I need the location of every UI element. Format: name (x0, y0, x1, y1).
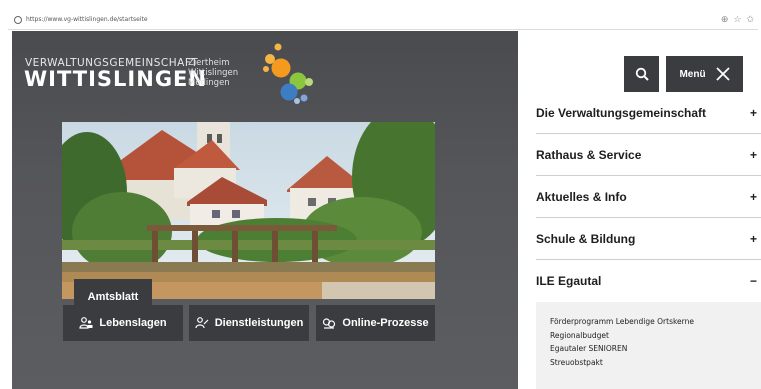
favorite-star-icon[interactable]: ☆ (733, 14, 741, 25)
online-prozesse-label: Online-Prozesse (342, 317, 429, 329)
menu-label: Menü (679, 68, 706, 80)
nav-item-label: Die Verwaltungsgemeinschaft (536, 105, 707, 120)
expand-plus-icon[interactable]: + (750, 148, 757, 162)
nav-item-label: Aktuelles & Info (536, 189, 627, 204)
town-wittislingen: Wittislingen (188, 68, 239, 78)
url-text[interactable]: https://www.vg-wittislingen.de/startseit… (26, 16, 148, 23)
subnav-item-foerderprogramm[interactable]: Förderprogramm Lebendige Ortskerne (550, 315, 761, 329)
nav-item-label: Rathaus & Service (536, 147, 642, 162)
online-process-icon (323, 318, 336, 329)
favorites-list-icon[interactable]: ✩ (746, 14, 754, 25)
expand-plus-icon[interactable]: + (750, 106, 757, 120)
browser-toolbar: ⊕ ☆ ✩ (721, 14, 754, 25)
nav-item-rathaus-service[interactable]: Rathaus & Service + (536, 134, 761, 176)
subnav-item-regionalbudget[interactable]: Regionalbudget (550, 329, 761, 343)
nav-item-ile-egautal[interactable]: ILE Egautal − (536, 260, 761, 302)
logo-dots-icon[interactable] (248, 37, 320, 109)
subnav-ile-egautal: Förderprogramm Lebendige Ortskerne Regio… (536, 302, 761, 389)
nav-item-label: ILE Egautal (536, 274, 602, 288)
subnav-item-streuobstpakt[interactable]: Streuobstpakt (550, 356, 761, 370)
collapse-minus-icon[interactable]: − (750, 274, 757, 288)
expand-plus-icon[interactable]: + (750, 190, 757, 204)
dienstleistungen-label: Dienstleistungen (214, 317, 304, 329)
town-ziertheim: Ziertheim (188, 58, 230, 68)
page-info-icon[interactable] (14, 16, 22, 24)
lebenslagen-button[interactable]: Lebenslagen (63, 305, 183, 341)
navigation-panel: Menü Die Verwaltungsgemeinschaft + Ratha… (518, 31, 761, 389)
search-button[interactable] (624, 56, 659, 92)
logo-title[interactable]: WITTISLINGEN (24, 67, 207, 91)
nav-item-schule-bildung[interactable]: Schule & Bildung + (536, 218, 761, 260)
people-icon (79, 317, 93, 329)
hero-photo (62, 122, 435, 299)
person-service-icon (195, 317, 209, 329)
menu-button[interactable]: Menü (666, 56, 743, 92)
expand-plus-icon[interactable]: + (750, 232, 757, 246)
lebenslagen-label: Lebenslagen (99, 317, 167, 329)
hero-section: VERWALTUNGSGEMEINSCHAFT WITTISLINGEN Zie… (12, 31, 518, 389)
subnav-item-egautaler-senioren[interactable]: Egautaler SENIOREN (550, 342, 761, 356)
close-icon (715, 67, 730, 81)
reader-icon[interactable]: ⊕ (721, 14, 729, 25)
online-prozesse-button[interactable]: Online-Prozesse (316, 305, 435, 341)
nav-item-verwaltungsgemeinschaft[interactable]: Die Verwaltungsgemeinschaft + (536, 92, 761, 134)
logo-towns: Ziertheim Wittislingen Mödingen (188, 58, 238, 88)
browser-window: https://www.vg-wittislingen.de/startseit… (0, 0, 761, 389)
dienstleistungen-button[interactable]: Dienstleistungen (189, 305, 309, 341)
nav-item-aktuelles-info[interactable]: Aktuelles & Info + (536, 176, 761, 218)
town-moedingen: Mödingen (188, 78, 230, 88)
search-icon (635, 67, 649, 81)
main-navigation: Die Verwaltungsgemeinschaft + Rathaus & … (536, 92, 761, 302)
nav-item-label: Schule & Bildung (536, 231, 636, 246)
address-bar[interactable]: https://www.vg-wittislingen.de/startseit… (8, 12, 758, 30)
